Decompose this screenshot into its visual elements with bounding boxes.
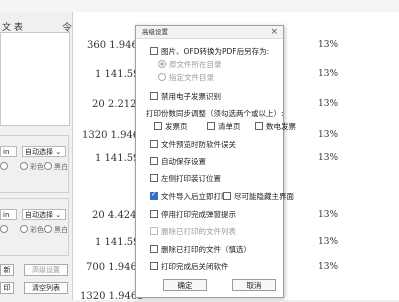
auto-print-on-import-checkbox[interactable]: 文件导入后立即打印 <box>150 190 229 202</box>
detail-page-label: 清单页 <box>218 122 241 131</box>
doc-line-3: 20 2.212 <box>92 99 137 110</box>
auto-save-checkbox[interactable]: 自动保存设置 <box>150 156 206 167</box>
detail-page-checkbox[interactable]: 清单页 <box>207 121 241 132</box>
save-images-as-pdf-checkbox[interactable]: 图片、OFD转换为PDF后另存为: <box>150 46 269 57</box>
disable-invoice-recognition-checkbox[interactable]: 禁用电子发票识别 <box>150 91 221 102</box>
disable-print-tip-checkbox[interactable]: 停用打印完成弹窗提示 <box>150 209 236 220</box>
delete-printed-list-label: 删除已打印的文件列表 <box>161 227 236 236</box>
tray-select-2[interactable]: 自动选择 ⌄ <box>22 209 66 220</box>
radio-bw[interactable]: 黑白 <box>44 162 68 172</box>
paper-select[interactable]: in <box>0 146 17 157</box>
checkbox-icon <box>150 47 158 55</box>
checkbox-icon <box>150 210 158 218</box>
radio-bw-2-label: 黑白 <box>54 226 68 234</box>
checkbox-icon <box>223 192 231 200</box>
close-icon[interactable]: × <box>270 26 278 39</box>
invoice-page-checkbox[interactable]: 发票页 <box>154 121 188 132</box>
doc-pct-8: 13% <box>318 262 339 272</box>
doc-line-7: 1 141.59 <box>95 237 140 248</box>
checkbox-icon <box>150 140 158 148</box>
radio-icon <box>158 60 166 68</box>
delete-printed-list-checkbox[interactable]: 删除已打印的文件列表 <box>150 226 236 237</box>
print-count-sync-label: 打印份数同步调整（须勾选两个或以上）: <box>146 109 284 118</box>
radio-custom-dir-label: 指定文件目录 <box>169 73 214 82</box>
file-list[interactable] <box>0 32 70 126</box>
preview-prevent-close-checkbox[interactable]: 文件预览时防软件误关 <box>150 139 236 150</box>
preview-prevent-close-label: 文件预览时防软件误关 <box>161 140 236 149</box>
checkbox-icon <box>150 174 158 182</box>
doc-line-2: 1 141.59 <box>95 69 140 80</box>
invoice-page-label: 发票页 <box>165 122 188 131</box>
checkbox-icon <box>150 245 158 253</box>
radio-color-2-label: 彩色 <box>30 226 44 234</box>
close-after-print-label: 打印完成后关闭软件 <box>161 262 229 271</box>
radio-bw-label: 黑白 <box>54 163 68 171</box>
advanced-settings-dialog: 高级设置 × 图片、OFD转换为PDF后另存为: 原文件所在目录 指定文件目录 … <box>135 25 296 298</box>
clear-list-button[interactable]: 清空列表 <box>24 282 68 294</box>
radio-icon <box>158 73 166 81</box>
dialog-title: 高级设置 <box>136 26 283 39</box>
save-images-label: 图片、OFD转换为PDF后另存为: <box>161 47 270 56</box>
auto-save-label: 自动保存设置 <box>161 157 206 166</box>
ok-button[interactable]: 确定 <box>163 279 207 291</box>
checkbox-icon <box>150 157 158 165</box>
doc-pct-4: 13% <box>318 130 339 140</box>
print-options-group-2: in 自动选择 ⌄ 彩色 黑白 <box>0 198 69 256</box>
doc-pct-2: 13% <box>318 69 339 79</box>
close-after-print-checkbox[interactable]: 打印完成后关闭软件 <box>150 261 229 272</box>
delete-printed-files-label: 删除已打印的文件（慎选） <box>161 245 251 254</box>
checkbox-icon <box>154 122 162 130</box>
print-options-group-1: in 自动选择 ⌄ 彩色 黑白 <box>0 135 69 193</box>
checkbox-icon <box>150 262 158 270</box>
radio-color-2[interactable]: 彩色 <box>20 225 44 235</box>
doc-pct-7: 13% <box>318 237 339 247</box>
tray-select[interactable]: 自动选择 ⌄ <box>22 146 66 157</box>
delete-printed-files-checkbox[interactable]: 删除已打印的文件（慎选） <box>150 244 251 255</box>
checkbox-icon <box>207 122 215 130</box>
radio-custom-dir[interactable]: 指定文件目录 <box>158 72 214 83</box>
disable-invoice-recognition-label: 禁用电子发票识别 <box>161 92 221 101</box>
checkbox-checked-icon <box>150 190 158 200</box>
checkbox-icon <box>255 122 263 130</box>
e-invoice-checkbox[interactable]: 数电发票 <box>255 121 296 132</box>
doc-pct-6: 13% <box>318 210 339 220</box>
tray-select-2-value: 自动选择 <box>25 211 53 219</box>
doc-pct-1: 13% <box>318 40 339 50</box>
radio-color-label: 彩色 <box>30 163 44 171</box>
hide-main-ui-checkbox[interactable]: 尽可能隐藏主界面 <box>223 191 294 202</box>
print-button[interactable]: 印 <box>0 282 14 294</box>
doc-pct-5: 13% <box>318 153 339 163</box>
left-binding-label: 左侧打印装订位置 <box>161 174 221 183</box>
radio-source-dir-label: 原文件所在目录 <box>169 60 222 69</box>
e-invoice-label: 数电发票 <box>266 122 296 131</box>
advanced-settings-button[interactable]: 高级设置 <box>24 264 68 276</box>
radio-portrait-2[interactable] <box>0 225 10 234</box>
radio-color[interactable]: 彩色 <box>20 162 44 172</box>
radio-bw-2[interactable]: 黑白 <box>44 225 68 235</box>
auto-print-on-import-label: 文件导入后立即打印 <box>161 192 229 201</box>
tray-select-value: 自动选择 <box>25 148 53 156</box>
doc-pct-3: 13% <box>318 99 339 109</box>
radio-source-dir[interactable]: 原文件所在目录 <box>158 59 222 70</box>
doc-line-5: 1 141.59 <box>95 153 140 164</box>
checkbox-icon <box>150 92 158 100</box>
cancel-button[interactable]: 取消 <box>232 279 276 291</box>
disable-print-tip-label: 停用打印完成弹窗提示 <box>161 210 236 219</box>
hide-main-ui-label: 尽可能隐藏主界面 <box>234 192 294 201</box>
new-button[interactable]: 新 <box>0 264 14 276</box>
left-binding-checkbox[interactable]: 左侧打印装订位置 <box>150 173 221 184</box>
paper-select-2[interactable]: in <box>0 209 17 220</box>
checkbox-icon <box>150 227 158 235</box>
radio-portrait[interactable] <box>0 162 10 171</box>
